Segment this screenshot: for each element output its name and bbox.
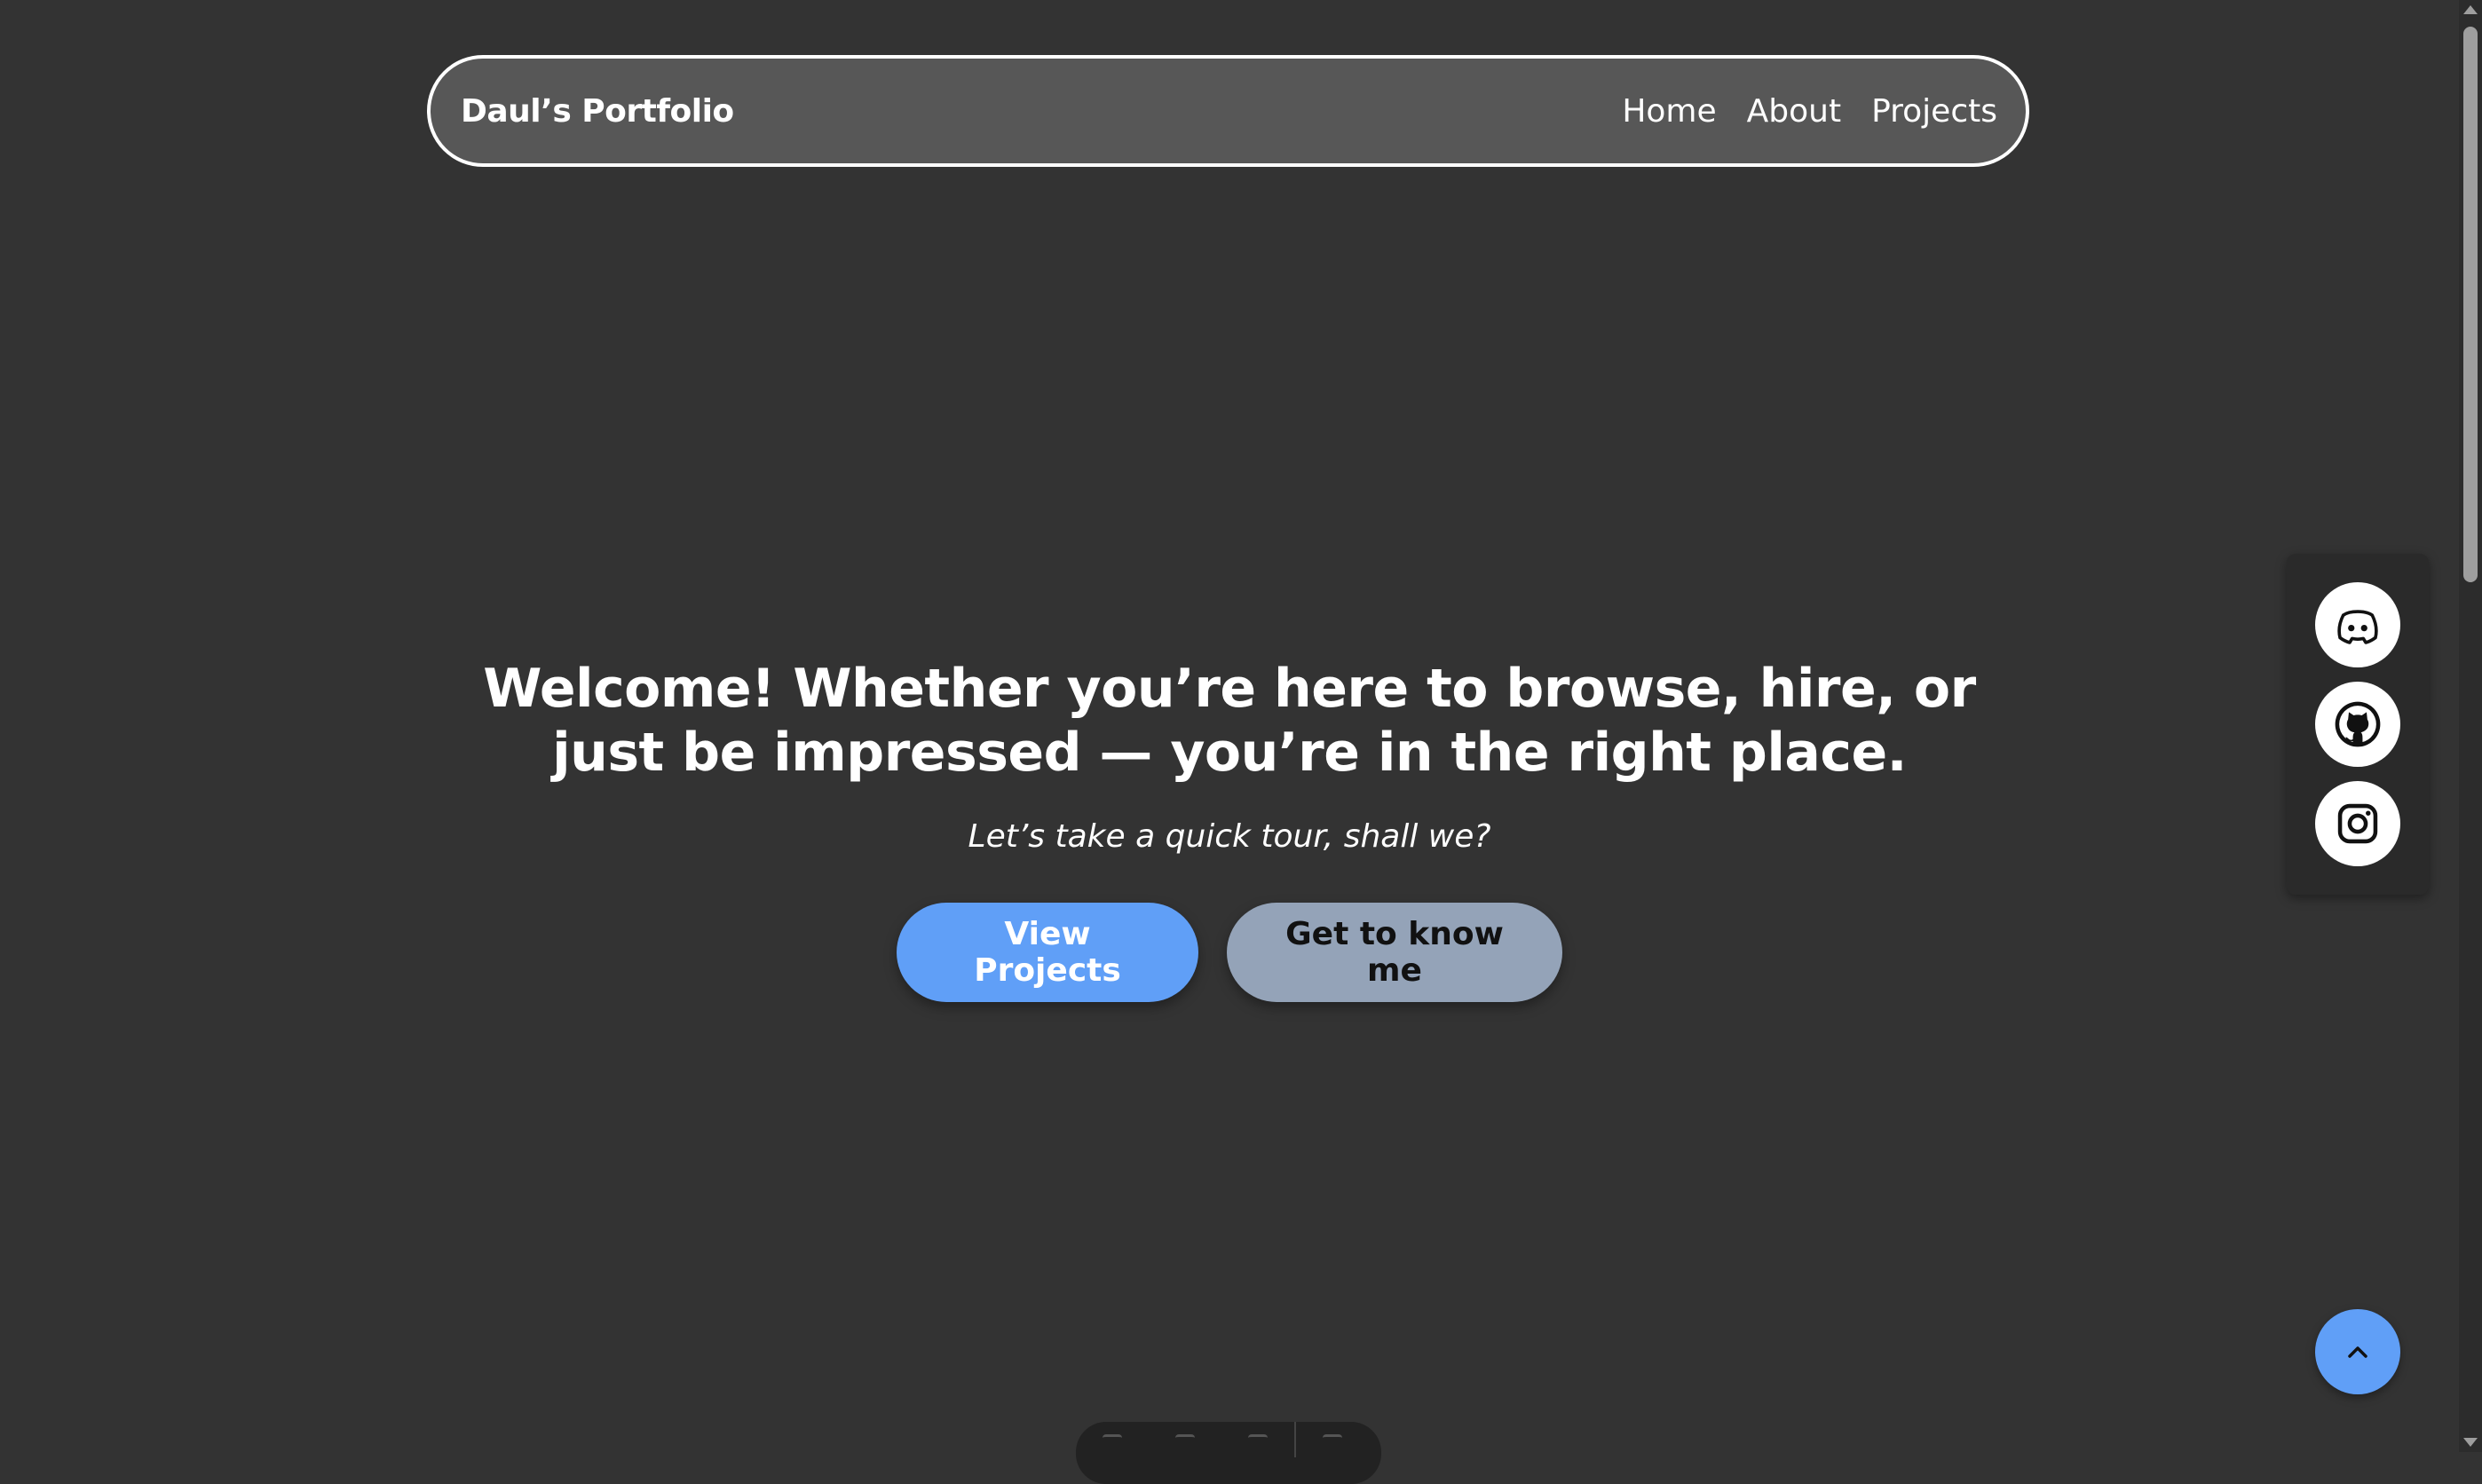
nav-link-about[interactable]: About [1747, 93, 1841, 130]
toolbar-tool-icon [1175, 1434, 1195, 1449]
scroll-down-arrow-icon[interactable] [2463, 1438, 2478, 1447]
gear-icon [1323, 1434, 1342, 1449]
instagram-link[interactable] [2315, 781, 2400, 866]
get-to-know-me-button[interactable]: Get to know me [1227, 903, 1562, 1002]
back-to-top-button[interactable] [2315, 1309, 2400, 1394]
discord-link[interactable] [2315, 582, 2400, 667]
toolbar-tool[interactable] [1076, 1434, 1149, 1452]
dev-toolbar[interactable] [1076, 1422, 1381, 1484]
hero-buttons: View Projects Get to know me [0, 903, 2459, 1002]
chevron-up-icon [2348, 1346, 2367, 1358]
view-projects-button[interactable]: View Projects [897, 903, 1198, 1002]
toolbar-tool[interactable] [1221, 1434, 1294, 1452]
discord-icon [2337, 610, 2378, 644]
toolbar-tool-icon [1103, 1434, 1122, 1449]
github-link[interactable] [2315, 682, 2400, 767]
toolbar-tool[interactable] [1149, 1434, 1221, 1452]
nav-links: Home About Projects [1622, 93, 1997, 130]
scrollbar[interactable] [2459, 0, 2482, 1452]
scroll-up-arrow-icon[interactable] [2463, 5, 2478, 14]
hero-title: Welcome! Whether you’re here to browse, … [483, 658, 1976, 784]
nav-link-projects[interactable]: Projects [1871, 93, 1997, 130]
hero-subtitle: Let’s take a quick tour, shall we? [968, 818, 1491, 855]
social-dock [2287, 554, 2429, 895]
navbar: Daul’s Portfolio Home About Projects [427, 55, 2029, 167]
hero-section: Welcome! Whether you’re here to browse, … [0, 657, 2459, 1002]
nav-link-home[interactable]: Home [1622, 93, 1716, 130]
toolbar-settings[interactable] [1296, 1434, 1369, 1452]
instagram-icon [2337, 803, 2378, 844]
github-icon [2335, 701, 2381, 747]
toolbar-tool-icon [1248, 1434, 1268, 1449]
scroll-thumb[interactable] [2463, 27, 2478, 582]
brand-title[interactable]: Daul’s Portfolio [461, 93, 734, 130]
